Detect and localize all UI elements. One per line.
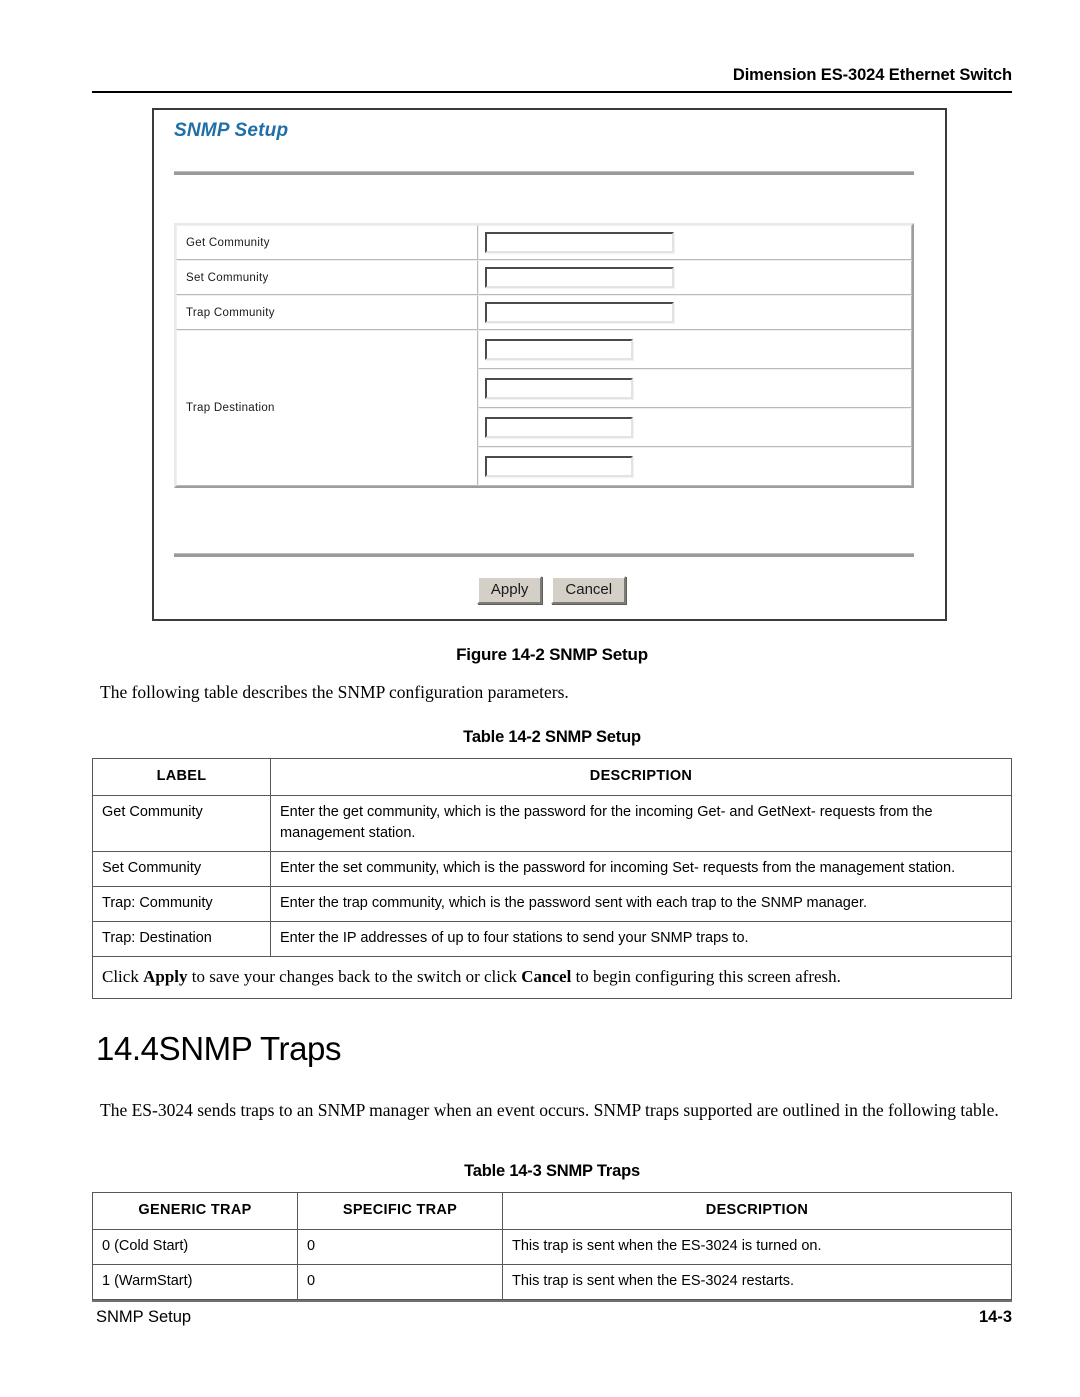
trap-destination-input-1[interactable] bbox=[485, 339, 633, 360]
cell-label: Trap: Community bbox=[92, 886, 271, 922]
form-row-trap-destination: Trap Destination bbox=[176, 330, 912, 486]
field-cell-get-community bbox=[478, 225, 912, 260]
cell-generic-trap: 0 (Cold Start) bbox=[92, 1229, 298, 1265]
table-row: Get Community Enter the get community, w… bbox=[92, 795, 1012, 852]
table-row: Trap: Community Enter the trap community… bbox=[92, 886, 1012, 922]
table-header-row: LABEL DESCRIPTION bbox=[92, 758, 1012, 796]
column-header-label: LABEL bbox=[92, 758, 271, 796]
form-row-set-community: Set Community bbox=[176, 260, 912, 295]
field-cell-trap-destination-3 bbox=[478, 408, 912, 447]
label-set-community: Set Community bbox=[176, 260, 478, 295]
snmp-form-table: Get Community Set Community Trap Communi… bbox=[174, 223, 914, 488]
column-header-generic-trap: GENERIC TRAP bbox=[92, 1192, 298, 1230]
note-bold-cancel: Cancel bbox=[521, 967, 572, 986]
field-cell-set-community bbox=[478, 260, 912, 295]
cell-description: Enter the trap community, which is the p… bbox=[270, 886, 1012, 922]
cell-label: Set Community bbox=[92, 851, 271, 887]
field-cell-trap-destination-2 bbox=[478, 369, 912, 408]
table-row: Set Community Enter the set community, w… bbox=[92, 851, 1012, 887]
form-row-get-community: Get Community bbox=[176, 225, 912, 260]
cell-description: This trap is sent when the ES-3024 resta… bbox=[502, 1264, 1012, 1300]
set-community-input[interactable] bbox=[485, 267, 674, 288]
cell-generic-trap: 1 (WarmStart) bbox=[92, 1264, 298, 1300]
footer-divider bbox=[92, 1300, 1012, 1302]
panel-bottom-divider bbox=[174, 553, 914, 557]
field-cell-trap-destination-1 bbox=[478, 330, 912, 369]
form-row-trap-community: Trap Community bbox=[176, 295, 912, 330]
cell-label: Trap: Destination bbox=[92, 921, 271, 957]
table-header-row: GENERIC TRAP SPECIFIC TRAP DESCRIPTION bbox=[92, 1192, 1012, 1230]
label-trap-community: Trap Community bbox=[176, 295, 478, 330]
table-snmp-traps: GENERIC TRAP SPECIFIC TRAP DESCRIPTION 0… bbox=[92, 1192, 1012, 1300]
cell-description: Enter the set community, which is the pa… bbox=[270, 851, 1012, 887]
table-142-caption: Table 14-2 SNMP Setup bbox=[463, 728, 641, 746]
table-snmp-setup-params: LABEL DESCRIPTION Get Community Enter th… bbox=[92, 758, 1012, 999]
trap-community-input[interactable] bbox=[485, 302, 674, 323]
header-divider bbox=[92, 91, 1012, 93]
field-cell-trap-community bbox=[478, 295, 912, 330]
footer-page-number: 14-3 bbox=[978, 1308, 1012, 1326]
table-row: 0 (Cold Start) 0 This trap is sent when … bbox=[92, 1229, 1012, 1265]
panel-top-divider bbox=[174, 171, 914, 175]
note-part-2: to save your changes back to the switch … bbox=[187, 967, 522, 986]
apply-button[interactable]: Apply bbox=[476, 576, 543, 605]
trap-destination-input-2[interactable] bbox=[485, 378, 633, 399]
label-trap-destination: Trap Destination bbox=[176, 330, 478, 486]
snmp-setup-figure: SNMP Setup Get Community Set Community T… bbox=[152, 108, 947, 621]
table-row: Trap: Destination Enter the IP addresses… bbox=[92, 921, 1012, 957]
cancel-button[interactable]: Cancel bbox=[551, 576, 627, 605]
table-143-caption: Table 14-3 SNMP Traps bbox=[464, 1162, 640, 1180]
cell-description: Enter the get community, which is the pa… bbox=[270, 795, 1012, 852]
apply-cancel-note: Click Apply to save your changes back to… bbox=[92, 956, 1012, 999]
form-button-row: Apply Cancel bbox=[154, 576, 949, 605]
note-part-1: Click bbox=[102, 967, 144, 986]
section-heading-snmp-traps: 14.4SNMP Traps bbox=[96, 1030, 342, 1067]
trap-destination-fields bbox=[478, 330, 912, 486]
get-community-input[interactable] bbox=[485, 232, 674, 253]
column-header-description: DESCRIPTION bbox=[502, 1192, 1012, 1230]
trap-destination-input-4[interactable] bbox=[485, 456, 633, 477]
column-header-description: DESCRIPTION bbox=[270, 758, 1012, 796]
figure-caption: Figure 14-2 SNMP Setup bbox=[456, 645, 648, 664]
cell-description: This trap is sent when the ES-3024 is tu… bbox=[502, 1229, 1012, 1265]
cell-label: Get Community bbox=[92, 795, 271, 852]
cell-description: Enter the IP addresses of up to four sta… bbox=[270, 921, 1012, 957]
column-header-specific-trap: SPECIFIC TRAP bbox=[297, 1192, 503, 1230]
cell-specific-trap: 0 bbox=[297, 1264, 503, 1300]
table-note-row: Click Apply to save your changes back to… bbox=[92, 956, 1012, 999]
document-page: Dimension ES-3024 Ethernet Switch SNMP S… bbox=[0, 0, 1080, 1397]
note-part-3: to begin configuring this screen afresh. bbox=[571, 967, 841, 986]
panel-title: SNMP Setup bbox=[174, 120, 289, 141]
section-paragraph: The ES-3024 sends traps to an SNMP manag… bbox=[100, 1100, 999, 1120]
label-get-community: Get Community bbox=[176, 225, 478, 260]
table-row: 1 (WarmStart) 0 This trap is sent when t… bbox=[92, 1264, 1012, 1300]
note-bold-apply: Apply bbox=[143, 967, 188, 986]
field-cell-trap-destination-4 bbox=[478, 447, 912, 486]
cell-specific-trap: 0 bbox=[297, 1229, 503, 1265]
trap-destination-input-3[interactable] bbox=[485, 417, 633, 438]
intro-paragraph: The following table describes the SNMP c… bbox=[100, 682, 569, 702]
running-header: Dimension ES-3024 Ethernet Switch bbox=[732, 66, 1012, 84]
